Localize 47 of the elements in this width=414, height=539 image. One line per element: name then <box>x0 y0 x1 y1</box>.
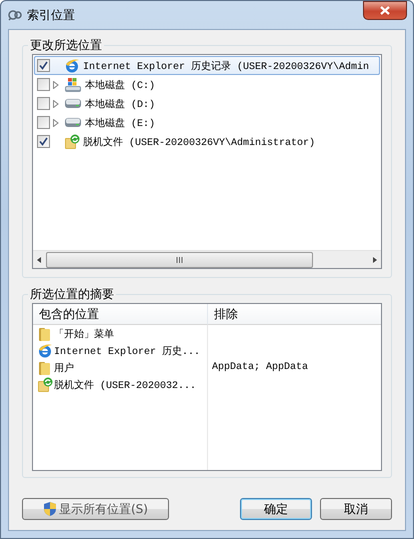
item-label: Internet Explorer 历史记录 (USER-20200326VY\Admin <box>83 60 370 72</box>
item-label: 本地磁盘 (D:) <box>85 98 156 110</box>
shield-icon <box>43 501 57 517</box>
expand-icon[interactable] <box>53 80 59 88</box>
checkbox[interactable] <box>37 97 50 110</box>
dialog-button[interactable]: 确定 <box>240 498 312 520</box>
window-title: 索引位置 <box>27 6 76 24</box>
folder-icon <box>37 360 53 376</box>
drive-icon <box>64 76 82 92</box>
item-label: 本地磁盘 (E:) <box>85 116 156 130</box>
column-header[interactable]: 包含的位置 <box>33 304 208 325</box>
close-icon <box>380 6 390 15</box>
tree-item[interactable]: Internet Explorer 历史记录 (USER-20200326VY\Admin <box>34 56 380 75</box>
sync-folder-icon <box>37 376 53 392</box>
exclude-text: AppData; AppData <box>212 362 308 373</box>
scroll-right-icon[interactable] <box>371 256 379 264</box>
globe-icon <box>64 58 80 74</box>
checkbox[interactable] <box>37 116 50 129</box>
item-label: 本地磁盘 (C:) <box>85 78 156 92</box>
group-title: 更改所选位置 <box>28 37 104 54</box>
folder-icon <box>37 326 53 342</box>
location-text: 用户 <box>54 362 74 374</box>
show-all-button[interactable]: 显示所有位置(S) <box>22 498 169 520</box>
expand-icon[interactable] <box>53 100 59 108</box>
location-text: 脱机文件 (USER-2020032... <box>54 378 196 392</box>
checkbox[interactable] <box>37 78 50 91</box>
scroll-left-icon[interactable] <box>35 256 43 264</box>
scroll-thumb[interactable] <box>46 252 313 268</box>
expand-icon[interactable] <box>53 118 59 126</box>
location-text: Internet Explorer 历史... <box>54 344 200 358</box>
drive-icon <box>65 118 81 127</box>
tree-item[interactable]: 本地磁盘 (D:) <box>34 94 380 113</box>
tree-item[interactable]: 脱机文件 (USER-20200326VY\Administrator) <box>34 132 380 151</box>
tree-item[interactable]: 本地磁盘 (E:) <box>34 113 380 132</box>
close-button[interactable] <box>363 1 407 20</box>
drive-icon <box>65 99 81 108</box>
globe-icon <box>37 342 53 358</box>
location-text: 「开始」菜单 <box>54 328 114 340</box>
tree-item[interactable]: 本地磁盘 (C:) <box>34 75 380 94</box>
sync-folder-icon <box>64 134 80 150</box>
checkbox[interactable] <box>37 59 50 72</box>
grip-icon <box>176 256 183 262</box>
group-title: 所选位置的摘要 <box>28 286 116 303</box>
item-label: 脱机文件 (USER-20200326VY\Administrator) <box>83 136 316 148</box>
checkbox[interactable] <box>37 135 50 148</box>
horizontal-scrollbar[interactable] <box>33 250 381 268</box>
dialog-button[interactable]: 取消 <box>320 498 392 520</box>
